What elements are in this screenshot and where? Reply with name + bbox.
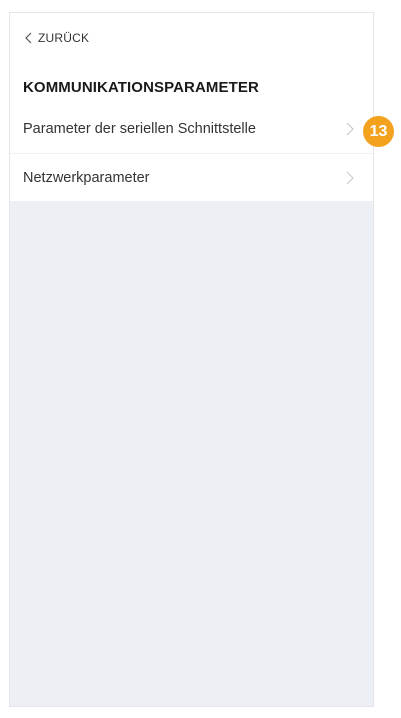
list-item-serial-interface-parameters[interactable]: Parameter der seriellen Schnittstelle: [10, 105, 373, 153]
chevron-left-icon: [25, 32, 32, 44]
page-title: KOMMUNIKATIONSPARAMETER: [23, 79, 259, 96]
settings-list: Parameter der seriellen Schnittstelle Ne…: [10, 105, 373, 201]
chevron-right-icon: [346, 122, 354, 136]
list-item-network-parameters[interactable]: Netzwerkparameter: [10, 153, 373, 201]
list-item-label: Netzwerkparameter: [23, 169, 150, 186]
app-screen: ZURÜCK KOMMUNIKATIONSPARAMETER Parameter…: [9, 12, 374, 707]
header: ZURÜCK KOMMUNIKATIONSPARAMETER: [10, 13, 373, 105]
step-number-badge: 13: [363, 116, 394, 147]
chevron-right-icon: [346, 171, 354, 185]
back-label: ZURÜCK: [38, 31, 90, 45]
back-button[interactable]: ZURÜCK: [24, 31, 89, 45]
list-item-label: Parameter der seriellen Schnittstelle: [23, 121, 256, 137]
